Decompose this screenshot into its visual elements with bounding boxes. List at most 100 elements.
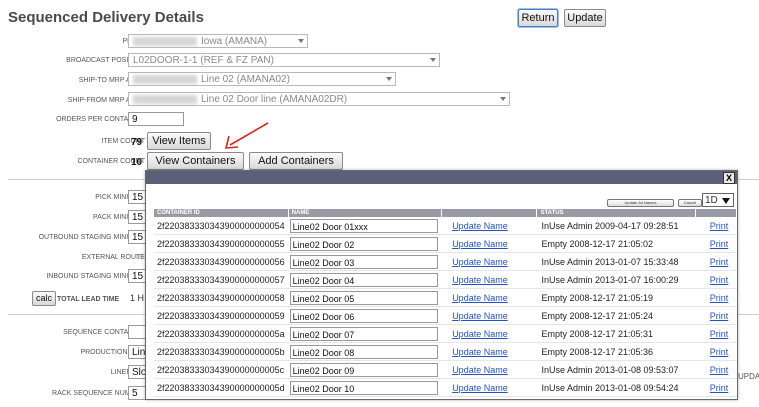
table-row: 2f220383330343900000000059 Line02 Door 06… <box>154 307 737 325</box>
chevron-down-icon <box>722 198 730 204</box>
print-cell: Print <box>695 253 737 271</box>
update-name-link[interactable]: Update Name <box>452 221 508 231</box>
redacted-text <box>133 36 197 46</box>
name-cell: Line02 Door 02 <box>288 235 443 253</box>
popup-select-value: 1D <box>705 195 718 206</box>
orders-per-container-label: ORDERS PER CONTAINER <box>56 116 145 123</box>
popup-select[interactable]: 1D <box>702 193 734 207</box>
container-id-cell: 2f220383330343900000000054 <box>154 217 289 235</box>
ship-to-label: SHIP-TO MRP AREA <box>78 77 145 84</box>
print-link[interactable]: Print <box>710 293 729 303</box>
print-cell: Print <box>695 307 737 325</box>
update-name-link[interactable]: Update Name <box>452 383 508 393</box>
update-name-link[interactable]: Update Name <box>452 293 508 303</box>
container-name-input[interactable]: Line02 Door 06 <box>289 308 438 323</box>
broadcast-position-value: L02DOOR-1-1 (REF & FZ PAN) <box>133 55 274 66</box>
linefeed-label: LINEFEED <box>5 369 145 376</box>
print-link[interactable]: Print <box>710 365 729 375</box>
status-cell: Empty 2008-12-17 21:05:24 <box>537 307 696 325</box>
status-cell: InUse Admin 2013-01-07 15:33:48 <box>537 253 696 271</box>
update-name-link[interactable]: Update Name <box>452 365 508 375</box>
plant-value: Iowa (AMANA) <box>201 36 268 47</box>
print-link[interactable]: Print <box>710 221 729 231</box>
name-cell: Line02 Door 08 <box>288 343 443 361</box>
update-name-link[interactable]: Update Name <box>452 329 508 339</box>
item-count-label: ITEM COUNT <box>101 138 145 145</box>
ship-from-select[interactable]: Line 02 Door line (AMANA02DR) <box>128 92 510 106</box>
popup-titlebar <box>146 171 737 184</box>
update-cell: Update Name <box>442 271 538 289</box>
print-link[interactable]: Print <box>710 383 729 393</box>
print-link[interactable]: Print <box>710 329 729 339</box>
print-cell: Print <box>695 361 737 379</box>
status-cell: InUse Admin 2013-01-08 09:54:24 <box>537 379 696 397</box>
name-cell: Line02 Door 04 <box>288 271 443 289</box>
print-cell: Print <box>695 235 737 253</box>
container-id-cell: 2f22038333034390000000005c <box>154 361 289 379</box>
column-header-container-id: CONTAINER ID <box>154 209 289 217</box>
broadcast-position-select[interactable]: L02DOOR-1-1 (REF & FZ PAN) <box>128 53 440 67</box>
calc-button[interactable]: calc <box>32 291 56 306</box>
return-button[interactable]: Return <box>518 9 558 27</box>
container-count-value: 10 <box>131 157 143 168</box>
status-cell: Empty 2008-12-17 21:05:02 <box>537 235 696 253</box>
table-row: 2f22038333034390000000005d Line02 Door 10… <box>154 379 737 397</box>
redacted-text <box>133 74 197 84</box>
container-name-input[interactable]: Line02 Door 07 <box>289 326 438 341</box>
status-cell: Empty 2008-12-17 21:05:19 <box>537 289 696 307</box>
production-line-label: PRODUCTION LINE <box>80 349 145 356</box>
container-name-input[interactable]: Line02 Door 10 <box>289 380 438 395</box>
add-containers-button[interactable]: Add Containers <box>249 152 343 170</box>
print-cell: Print <box>695 289 737 307</box>
print-link[interactable]: Print <box>710 257 729 267</box>
container-name-input[interactable]: Line02 Door 02 <box>289 236 438 251</box>
close-icon[interactable]: X <box>723 172 735 184</box>
update-name-link[interactable]: Update Name <box>452 257 508 267</box>
table-row: 2f22038333034390000000005b Line02 Door 08… <box>154 343 737 361</box>
print-link[interactable]: Print <box>710 239 729 249</box>
print-link[interactable]: Print <box>710 275 729 285</box>
status-cell: Empty 2008-12-17 21:05:31 <box>537 325 696 343</box>
status-cell: InUse Admin 2013-01-08 09:53:07 <box>537 361 696 379</box>
status-cell: Empty 2008-12-17 21:05:36 <box>537 343 696 361</box>
container-id-cell: 2f22038333034390000000005d <box>154 379 289 397</box>
ship-from-value: Line 02 Door line (AMANA02DR) <box>201 94 348 105</box>
print-link[interactable]: Print <box>710 347 729 357</box>
orders-per-container-input[interactable]: 9 <box>128 112 184 126</box>
table-row: 2f22038333034390000000005c Line02 Door 09… <box>154 361 737 379</box>
name-cell: Line02 Door 03 <box>288 253 443 271</box>
update-name-link[interactable]: Update Name <box>452 311 508 321</box>
view-containers-button[interactable]: View Containers <box>147 152 244 170</box>
container-name-input[interactable]: Line02 Door 03 <box>289 254 438 269</box>
container-id-cell: 2f220383330343900000000055 <box>154 235 289 253</box>
plant-select[interactable]: Iowa (AMANA) <box>128 34 308 48</box>
name-cell: Line02 Door 07 <box>288 325 443 343</box>
inbound-staging-label: INBOUND STAGING MINUTES <box>46 273 145 280</box>
column-header-status: STATUS <box>537 209 696 217</box>
container-name-input[interactable]: Line02 Door 09 <box>289 362 438 377</box>
popup-cancel-button[interactable]: Cancel <box>678 199 702 207</box>
update-name-link[interactable]: Update Name <box>452 347 508 357</box>
update-cell: Update Name <box>442 379 538 397</box>
annotation-arrow-icon <box>224 122 269 149</box>
table-row: 2f220383330343900000000058 Line02 Door 05… <box>154 289 737 307</box>
container-count-label: CONTAINER COUNT <box>77 158 145 165</box>
update-name-link[interactable]: Update Name <box>452 275 508 285</box>
container-name-input[interactable]: Line02 Door 08 <box>289 344 438 359</box>
container-id-cell: 2f22038333034390000000005a <box>154 325 289 343</box>
table-header-row: CONTAINER ID NAME STATUS <box>154 209 737 217</box>
view-items-button[interactable]: View Items <box>147 132 211 150</box>
container-name-input[interactable]: Line02 Door 01xxx <box>289 218 438 233</box>
container-name-input[interactable]: Line02 Door 04 <box>289 272 438 287</box>
container-name-input[interactable]: Line02 Door 05 <box>289 290 438 305</box>
update-cell: Update Name <box>442 361 538 379</box>
update-cell: Update Name <box>442 343 538 361</box>
containers-table: CONTAINER ID NAME STATUS 2f2203833303439… <box>154 209 737 397</box>
ship-to-select[interactable]: Line 02 (AMANA02) <box>128 72 396 86</box>
update-button[interactable]: Update <box>564 9 606 27</box>
print-link[interactable]: Print <box>710 311 729 321</box>
update-all-names-button[interactable]: Update All Names <box>607 199 674 207</box>
print-cell: Print <box>695 217 737 235</box>
print-cell: Print <box>695 343 737 361</box>
update-name-link[interactable]: Update Name <box>452 239 508 249</box>
